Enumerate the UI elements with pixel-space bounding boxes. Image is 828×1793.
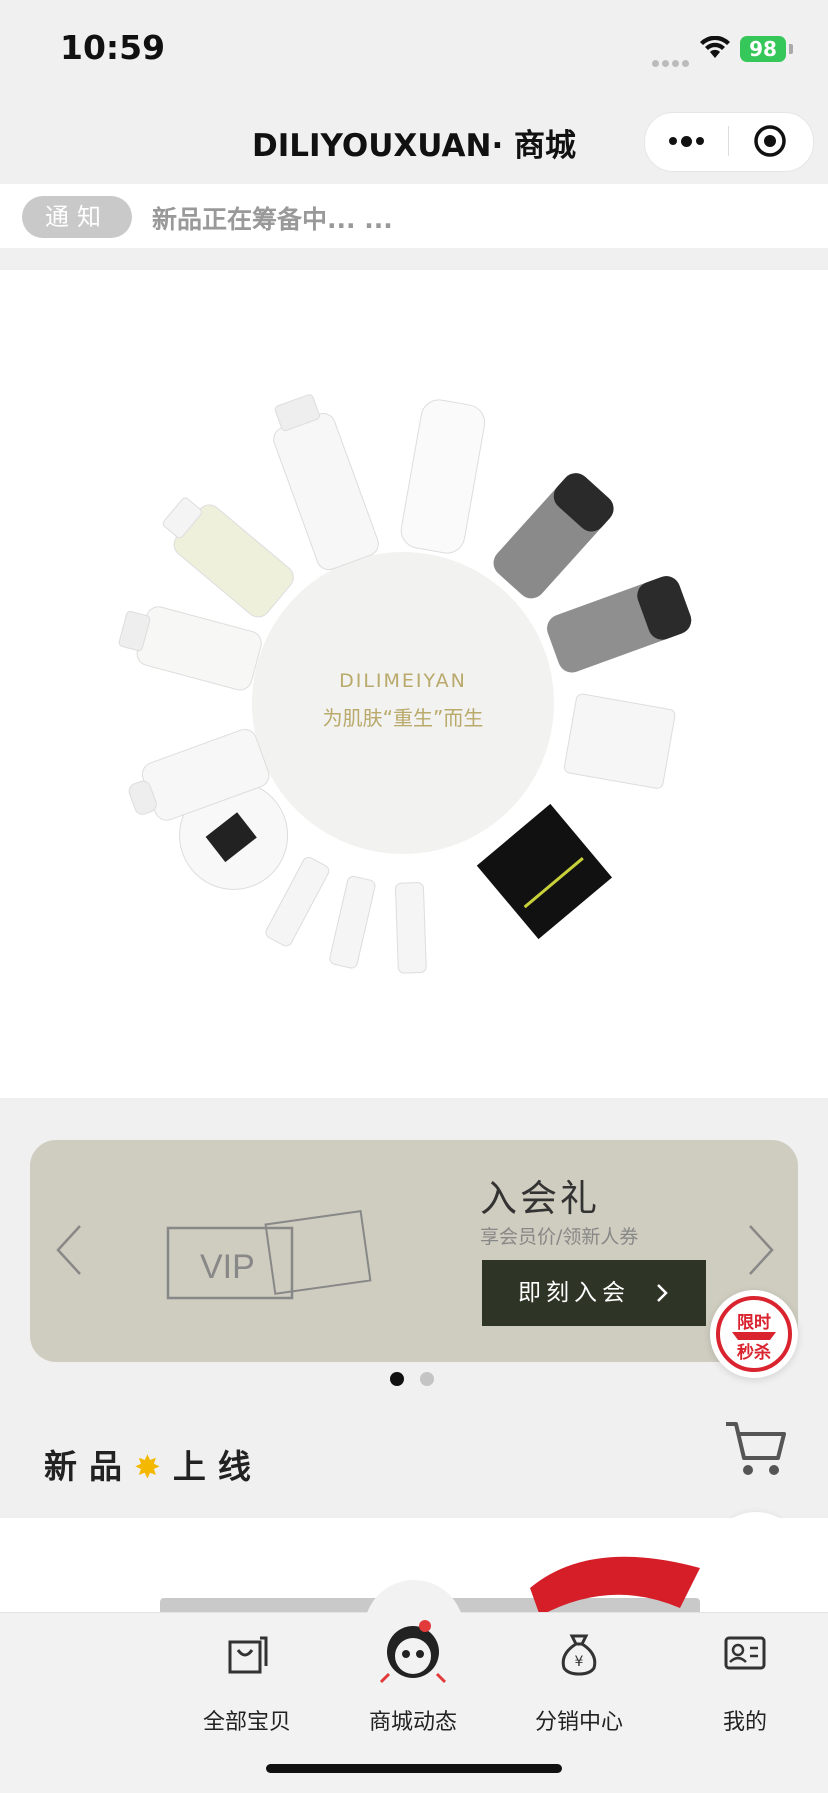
money-bag-icon: ¥ <box>561 1634 597 1676</box>
join-member-button[interactable]: 即刻入会 <box>482 1260 706 1326</box>
tab-distribution-center[interactable]: ¥ 分销中心 <box>504 1624 654 1735</box>
tab-label: 我的 <box>722 1710 767 1735</box>
svg-text:秒杀: 秒杀 <box>737 1342 771 1363</box>
flash-sale-icon: 限时 秒杀 <box>716 1296 792 1372</box>
carousel-dot-active[interactable] <box>390 1372 404 1386</box>
chevron-right-icon <box>657 1284 668 1302</box>
carousel-indicator <box>390 1372 434 1386</box>
carousel-dot[interactable] <box>420 1372 434 1386</box>
section-title-part2: 上线 <box>172 1447 263 1486</box>
product-bottles-illustration <box>118 394 692 974</box>
more-dots-icon[interactable] <box>644 112 728 170</box>
vip-ticket-icon: VIP <box>166 1209 372 1300</box>
new-products-title: 新品✸上线 <box>44 1440 263 1488</box>
status-time: 10:59 <box>60 28 166 67</box>
section-title-part1: 新品 <box>44 1447 134 1486</box>
tab-label: 商城动态 <box>368 1710 457 1735</box>
sparkle-star-icon: ✸ <box>134 1448 173 1486</box>
tab-mall-news[interactable]: 商城动态 <box>338 1606 488 1735</box>
flash-sale-button[interactable]: 限时 秒杀 <box>710 1290 798 1378</box>
cart-icon[interactable] <box>720 1412 790 1482</box>
tab-mine[interactable]: 我的 <box>670 1624 820 1735</box>
carousel-next-icon[interactable] <box>740 1220 780 1280</box>
notice-text[interactable]: 新品正在筹备中... ... <box>152 200 393 236</box>
mascot-icon <box>379 1620 447 1684</box>
tab-all-items[interactable]: 全部宝贝 <box>172 1624 322 1735</box>
tab-label: 分销中心 <box>534 1710 623 1735</box>
bag-icon <box>228 1636 268 1674</box>
record-target-icon[interactable] <box>728 112 812 170</box>
vip-title: 入会礼 <box>480 1177 600 1220</box>
notice-badge: 通知 <box>22 196 132 238</box>
red-brush-graphic <box>530 1556 700 1616</box>
join-member-label: 即刻入会 <box>518 1280 630 1306</box>
svg-text:VIP: VIP <box>200 1248 255 1286</box>
carousel-prev-icon[interactable] <box>50 1220 90 1280</box>
svg-text:¥: ¥ <box>575 1654 584 1670</box>
home-indicator[interactable] <box>266 1764 562 1773</box>
vip-subtitle: 享会员价/领新人券 <box>480 1226 639 1248</box>
wifi-icon <box>700 35 730 64</box>
member-promo-card[interactable]: VIP <box>30 1140 798 1362</box>
cellular-signal-icon <box>652 52 692 71</box>
battery-indicator: 98 <box>740 36 786 62</box>
tab-label: 全部宝贝 <box>202 1710 291 1735</box>
svg-text:限时: 限时 <box>737 1313 771 1333</box>
product-banner[interactable]: DILIMEIYAN 为肌肤“重生”而生 <box>0 270 828 1098</box>
profile-card-icon <box>724 1636 766 1670</box>
battery-cap <box>789 44 793 54</box>
